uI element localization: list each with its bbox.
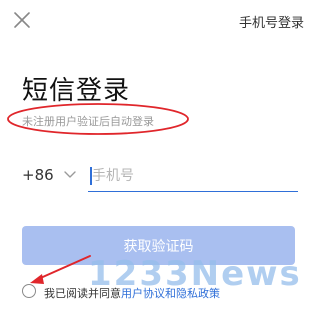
agreement-checkbox[interactable] — [22, 284, 36, 298]
phone-number-input[interactable] — [88, 161, 298, 192]
get-code-button[interactable]: 获取验证码 — [22, 226, 295, 265]
country-code-label: +86 — [22, 166, 54, 184]
phone-login-switch-link[interactable]: 手机号登录 — [239, 12, 304, 31]
close-icon[interactable] — [10, 8, 34, 32]
agreement-text: 我已阅读并同意用户协议和隐私政策 — [44, 285, 220, 301]
agreement-link[interactable]: 用户协议和隐私政策 — [121, 287, 220, 300]
country-code-selector[interactable]: +86 — [22, 166, 76, 184]
text-cursor — [90, 167, 92, 185]
page-title: 短信登录 — [22, 76, 131, 106]
page-subtitle: 未注册用户验证后自动登录 — [22, 115, 154, 128]
agreement-prefix: 我已阅读并同意 — [44, 287, 121, 300]
sms-login-screen: 手机号登录 短信登录 未注册用户验证后自动登录 +86 获取验证码 我已阅读并同… — [0, 0, 320, 320]
chevron-down-icon — [63, 171, 76, 178]
